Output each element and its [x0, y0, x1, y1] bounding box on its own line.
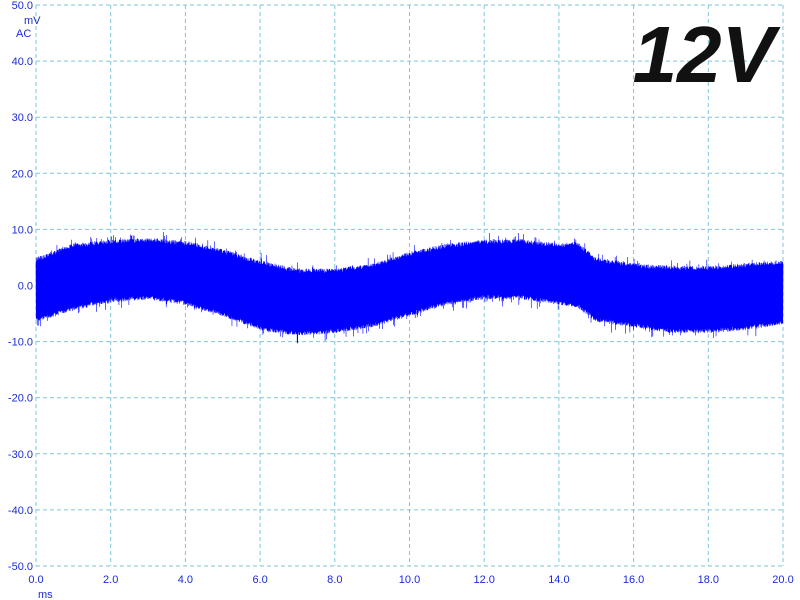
x-tick-label: 18.0	[698, 574, 719, 586]
y-tick-label: -20.0	[8, 393, 33, 405]
y-tick-label: -30.0	[8, 449, 33, 461]
y-tick-label: 50.0	[12, 0, 33, 12]
y-tick-label: -40.0	[8, 505, 33, 517]
x-tick-label: 2.0	[103, 574, 118, 586]
y-tick-label: 20.0	[12, 168, 33, 180]
x-tick-label: 14.0	[548, 574, 569, 586]
y-tick-label: 0.0	[18, 281, 33, 293]
x-tick-label: 12.0	[473, 574, 494, 586]
y-tick-label: 10.0	[12, 224, 33, 236]
x-tick-label: 16.0	[623, 574, 644, 586]
x-tick-label: 4.0	[178, 574, 193, 586]
y-axis-ticks: 50.0 40.0 30.0 20.0 10.0 0.0 -10.0 -20.0 -30.0 -4…	[8, 0, 33, 573]
x-tick-label: 6.0	[252, 574, 267, 586]
x-tick-label: 0.0	[28, 574, 43, 586]
x-tick-label: 10.0	[399, 574, 420, 586]
oscilloscope-chart: 50.0 40.0 30.0 20.0 10.0 0.0 -10.0 -20.0 -30.0 -4…	[8, 0, 794, 600]
y-tick-label: 40.0	[12, 56, 33, 68]
x-unit-label: ms	[38, 589, 53, 600]
y-tick-label: 30.0	[12, 112, 33, 124]
y-unit-label: mV	[24, 15, 41, 27]
voltage-annotation: 12V	[633, 10, 781, 99]
x-axis-ticks: 0.0 2.0 4.0 6.0 8.0 10.0 12.0 14.0 16.0 18.0 20.0	[28, 574, 793, 586]
coupling-label: AC	[16, 28, 31, 40]
x-tick-label: 20.0	[772, 574, 793, 586]
y-tick-label: -10.0	[8, 337, 33, 349]
x-tick-label: 8.0	[327, 574, 342, 586]
y-tick-label: -50.0	[8, 561, 33, 573]
